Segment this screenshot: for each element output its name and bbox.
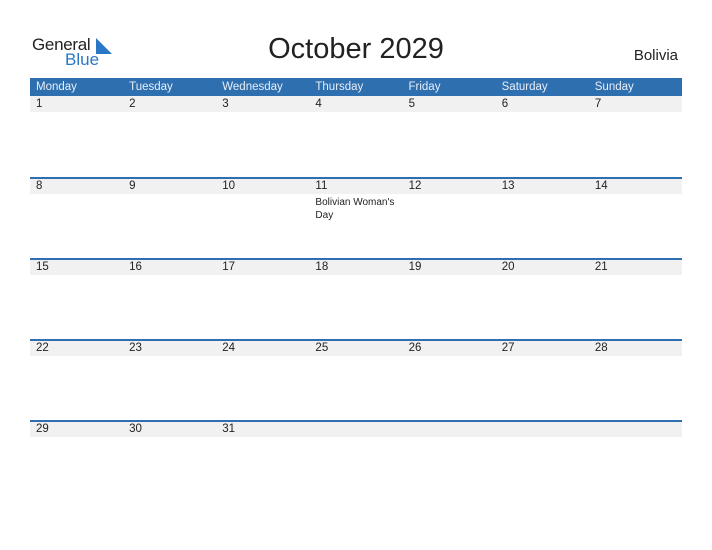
- day-number: 31: [222, 423, 236, 435]
- day-number: 28: [594, 342, 608, 354]
- day-number: 25: [315, 342, 329, 354]
- day-number: 29: [36, 423, 49, 435]
- weekday-thursday: Thursday: [315, 81, 364, 93]
- week-date-band: [30, 421, 682, 437]
- weekday-header: Monday Tuesday Wednesday Thursday Friday…: [30, 78, 682, 96]
- week-date-band: [30, 259, 682, 275]
- week-divider: [30, 177, 682, 179]
- day-number: 11: [315, 180, 328, 192]
- week-divider: [30, 420, 682, 422]
- day-number: 2: [129, 98, 136, 110]
- day-number: 21: [594, 261, 608, 273]
- day-number: 17: [222, 261, 236, 273]
- weekday-monday: Monday: [36, 81, 77, 93]
- day-number: 20: [501, 261, 515, 273]
- week-date-band: [30, 340, 682, 356]
- day-number: 22: [36, 342, 49, 354]
- day-number: 24: [222, 342, 236, 354]
- day-number: 26: [408, 342, 422, 354]
- day-number: 6: [501, 98, 509, 110]
- day-number: 9: [129, 180, 136, 192]
- day-number: 27: [501, 342, 515, 354]
- day-number: 15: [36, 261, 49, 273]
- day-number: 18: [315, 261, 329, 273]
- week-divider: [30, 258, 682, 260]
- day-number: 30: [129, 423, 142, 435]
- day-number: 10: [222, 180, 236, 192]
- weekday-saturday: Saturday: [501, 81, 548, 93]
- day-number: 16: [129, 261, 142, 273]
- weekday-sunday: Sunday: [594, 81, 634, 93]
- day-number: 8: [36, 180, 43, 192]
- holiday-event: Bolivian Woman's Day: [315, 197, 395, 221]
- weekday-friday: Friday: [408, 81, 441, 93]
- day-number: 19: [408, 261, 422, 273]
- page-title: October 2029: [268, 33, 444, 65]
- weekday-wednesday: Wednesday: [222, 81, 283, 93]
- weekday-tuesday: Tuesday: [129, 81, 173, 93]
- day-number: 5: [408, 98, 415, 110]
- week-divider: [30, 339, 682, 341]
- day-number: 1: [36, 98, 43, 110]
- day-number: 14: [594, 180, 608, 192]
- day-number: 4: [315, 98, 322, 110]
- day-number: 12: [408, 180, 422, 192]
- week-date-band: [30, 178, 682, 194]
- day-number: 7: [594, 98, 602, 110]
- day-number: 13: [501, 180, 515, 192]
- day-number: 3: [222, 98, 229, 110]
- country-label: Bolivia: [633, 47, 678, 64]
- day-number: 23: [129, 342, 142, 354]
- week-date-band: [30, 96, 682, 112]
